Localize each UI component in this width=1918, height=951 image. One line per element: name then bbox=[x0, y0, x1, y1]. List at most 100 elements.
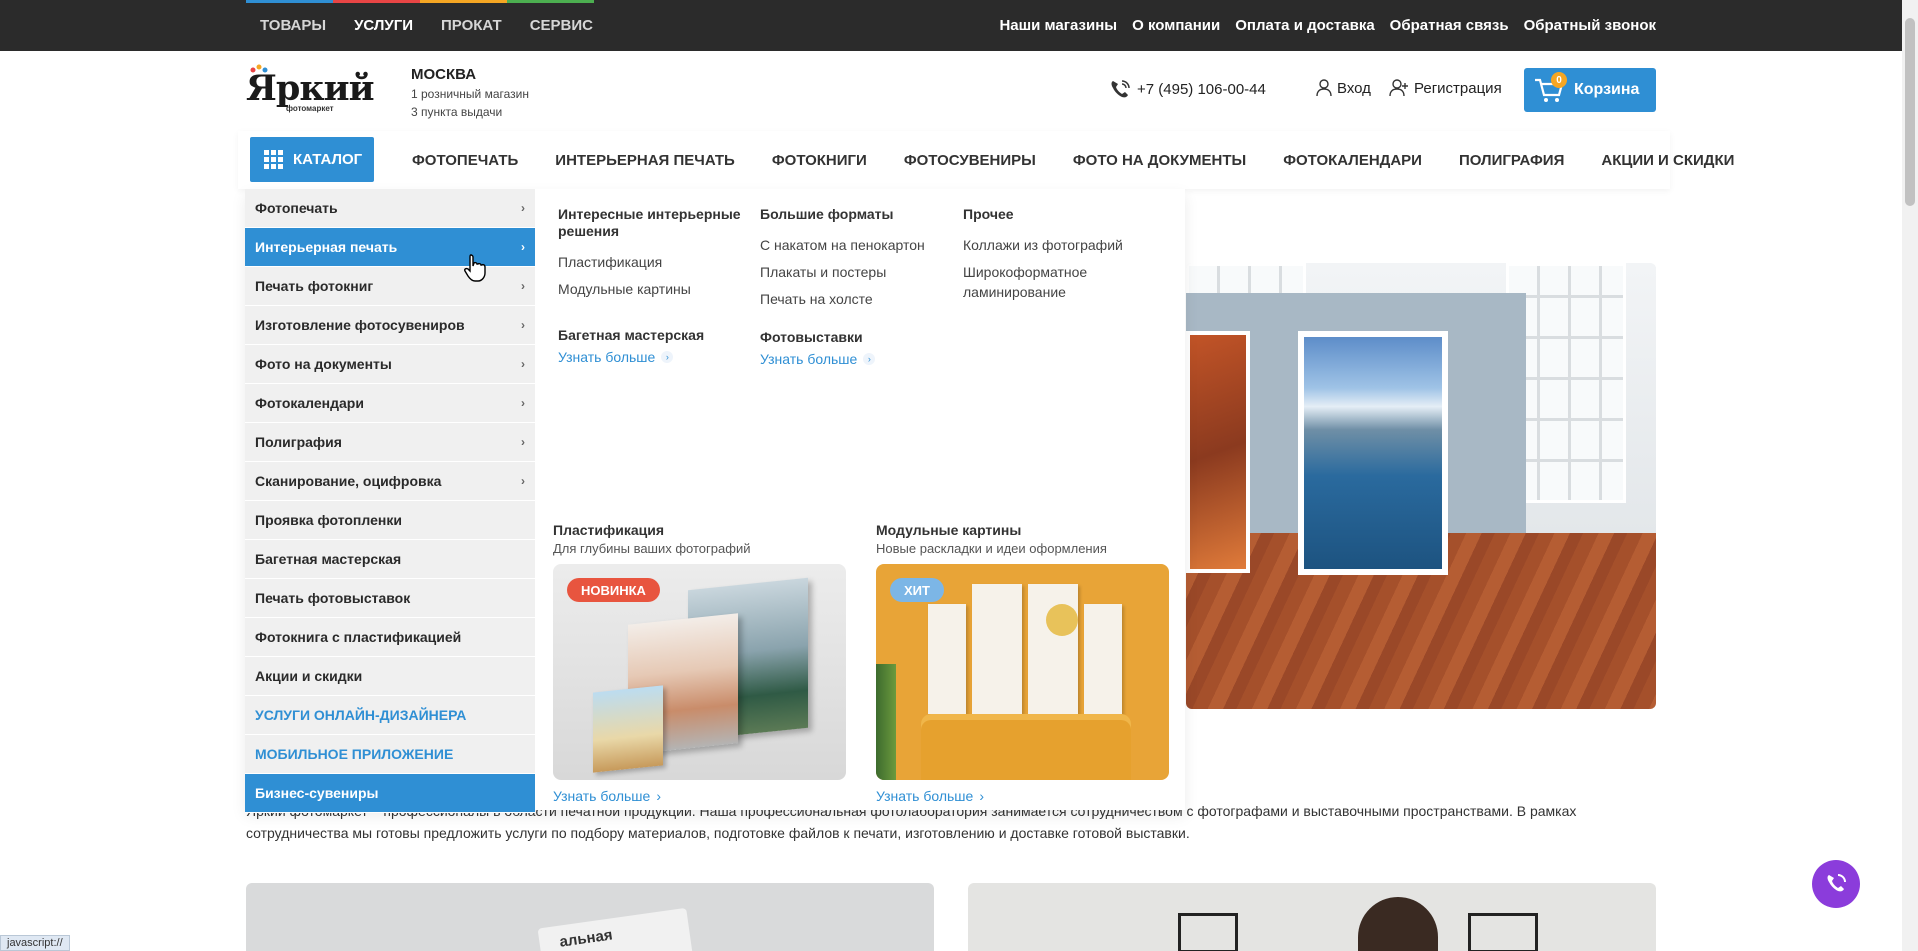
main-nav: КАТАЛОГ ФОТОПЕЧАТЬ ИНТЕРЬЕРНАЯ ПЕЧАТЬ ФО… bbox=[238, 131, 1734, 189]
submenu-heading[interactable]: Багетная мастерская bbox=[558, 327, 748, 344]
phone-call-icon bbox=[1827, 874, 1846, 892]
top-bar: ТОВАРЫ УСЛУГИ ПРОКАТ СЕРВИС Наши магазин… bbox=[0, 0, 1918, 51]
learn-more-label: Узнать больше bbox=[760, 351, 858, 367]
submenu-item[interactable]: Печать на холсте bbox=[760, 289, 950, 309]
cart-count-badge: 0 bbox=[1551, 72, 1567, 88]
cart-label: Корзина bbox=[1574, 81, 1640, 98]
nav-souvenirs[interactable]: ФОТОСУВЕНИРЫ bbox=[904, 152, 1036, 169]
learn-more-label: Узнать больше bbox=[876, 788, 974, 804]
submenu-item[interactable]: Плакаты и постеры bbox=[760, 262, 950, 282]
learn-more-link[interactable]: Узнать больше › bbox=[558, 349, 748, 365]
intro-line-2: сотрудничества мы готовы предложить услу… bbox=[246, 825, 1190, 841]
submenu-heading[interactable]: Прочее bbox=[963, 206, 1153, 223]
nav-photoprint[interactable]: ФОТОПЕЧАТЬ bbox=[412, 152, 518, 169]
phone-link[interactable]: +7 (495) 106-00-44 bbox=[1109, 79, 1266, 99]
sidebar-item[interactable]: УСЛУГИ ОНЛАЙН-ДИЗАЙНЕРА bbox=[245, 696, 535, 735]
submenu-item[interactable]: Модульные картины bbox=[558, 279, 748, 299]
status-bar-url: javascript:// bbox=[0, 935, 70, 951]
top-nav-prokat[interactable]: ПРОКАТ bbox=[427, 17, 516, 34]
promo-card-modular[interactable]: Модульные картины Новые раскладки и идеи… bbox=[876, 522, 1169, 804]
sidebar-item[interactable]: Фотокалендари › bbox=[245, 384, 535, 423]
logo-subtitle: фотомаркет bbox=[286, 104, 334, 113]
sidebar-item[interactable]: Проявка фотопленки bbox=[245, 501, 535, 540]
sidebar-item[interactable]: Фотокнига с пластификацией bbox=[245, 618, 535, 657]
sidebar-item[interactable]: Полиграфия › bbox=[245, 423, 535, 462]
logo[interactable]: Яркий фотомаркет bbox=[244, 62, 375, 118]
user-plus-icon bbox=[1389, 79, 1408, 97]
feature-tile[interactable]: альная bbox=[246, 883, 934, 951]
promo-card-lamination[interactable]: Пластификация Для глубины ваших фотограф… bbox=[553, 522, 846, 804]
chevron-right-icon: › bbox=[661, 351, 674, 363]
nav-polygraphy[interactable]: ПОЛИГРАФИЯ bbox=[1459, 152, 1564, 169]
catalog-dropdown: Фотопечать › Интерьерная печать › Печать фот… bbox=[245, 189, 1185, 813]
sidebar-item[interactable]: Изготовление фотосувениров › bbox=[245, 306, 535, 345]
page-scrollbar[interactable] bbox=[1902, 0, 1918, 951]
card-image[interactable]: ХИТ bbox=[876, 564, 1169, 780]
learn-more-link[interactable]: Узнать больше › bbox=[760, 351, 950, 367]
main-nav-items: ФОТОПЕЧАТЬ ИНТЕРЬЕРНАЯ ПЕЧАТЬ ФОТОКНИГИ … bbox=[412, 131, 1734, 189]
sidebar-item[interactable]: Акции и скидки bbox=[245, 657, 535, 696]
sidebar-item-label: Фото на документы bbox=[255, 356, 392, 372]
submenu-heading[interactable]: Интересные интерьерные решения bbox=[558, 206, 748, 240]
sidebar-item[interactable]: Интерьерная печать › bbox=[245, 228, 535, 267]
scrollbar-thumb[interactable] bbox=[1905, 18, 1915, 206]
register-label: Регистрация bbox=[1414, 79, 1502, 97]
top-nav: ТОВАРЫ УСЛУГИ ПРОКАТ СЕРВИС bbox=[246, 0, 607, 51]
sidebar-item[interactable]: МОБИЛЬНОЕ ПРИЛОЖЕНИЕ bbox=[245, 735, 535, 774]
sidebar-item-label: УСЛУГИ ОНЛАЙН-ДИЗАЙНЕРА bbox=[255, 707, 467, 723]
link-about[interactable]: О компании bbox=[1132, 17, 1220, 34]
submenu-item[interactable]: С накатом на пенокартон bbox=[760, 235, 950, 255]
submenu-item[interactable]: Коллажи из фотографий bbox=[963, 235, 1153, 255]
top-nav-uslugi[interactable]: УСЛУГИ bbox=[340, 17, 427, 34]
submenu-heading[interactable]: Большие форматы bbox=[760, 206, 950, 223]
sidebar-item-label: Печать фотовыставок bbox=[255, 590, 411, 606]
sidebar-item-label: Акции и скидки bbox=[255, 668, 363, 684]
sidebar-item[interactable]: Багетная мастерская bbox=[245, 540, 535, 579]
submenu-item[interactable]: Пластификация bbox=[558, 252, 748, 272]
top-nav-servis[interactable]: СЕРВИС bbox=[516, 17, 607, 34]
submenu-col-other: Прочее Коллажи из фотографий Широкоформа… bbox=[963, 206, 1153, 309]
user-icon bbox=[1316, 79, 1332, 97]
sidebar-item[interactable]: Печать фотовыставок bbox=[245, 579, 535, 618]
link-callback[interactable]: Обратный звонок bbox=[1524, 17, 1656, 34]
phone-icon bbox=[1111, 80, 1130, 98]
sidebar-item-label: Бизнес-сувениры bbox=[255, 785, 379, 801]
sidebar-item[interactable]: Печать фотокниг › bbox=[245, 267, 535, 306]
feature-tile[interactable] bbox=[968, 883, 1656, 951]
learn-more-label: Узнать больше bbox=[553, 788, 651, 804]
top-nav-tovary[interactable]: ТОВАРЫ bbox=[246, 17, 340, 34]
nav-photobooks[interactable]: ФОТОКНИГИ bbox=[772, 152, 867, 169]
sidebar-item[interactable]: Фото на документы › bbox=[245, 345, 535, 384]
register-link[interactable]: Регистрация bbox=[1389, 79, 1502, 97]
sidebar-item[interactable]: Бизнес-сувениры bbox=[245, 774, 535, 813]
link-feedback[interactable]: Обратная связь bbox=[1390, 17, 1509, 34]
top-links: Наши магазины О компании Оплата и достав… bbox=[999, 0, 1656, 51]
submenu-col-interior: Интересные интерьерные решения Пластифик… bbox=[558, 206, 748, 365]
nav-interior-print[interactable]: ИНТЕРЬЕРНАЯ ПЕЧАТЬ bbox=[555, 152, 735, 169]
nav-calendars[interactable]: ФОТОКАЛЕНДАРИ bbox=[1283, 152, 1422, 169]
link-delivery[interactable]: Оплата и доставка bbox=[1235, 17, 1374, 34]
learn-more-link[interactable]: Узнать больше › bbox=[876, 788, 1169, 804]
chevron-right-icon: › bbox=[521, 279, 525, 293]
submenu-col-large: Большие форматы С накатом на пенокартон … bbox=[760, 206, 950, 367]
link-stores[interactable]: Наши магазины bbox=[999, 17, 1117, 34]
grid-icon bbox=[264, 150, 283, 169]
sidebar-item[interactable]: Сканирование, оцифровка › bbox=[245, 462, 535, 501]
submenu-heading[interactable]: Фотовыставки bbox=[760, 329, 950, 346]
nav-documents[interactable]: ФОТО НА ДОКУМЕНТЫ bbox=[1073, 152, 1246, 169]
learn-more-link[interactable]: Узнать больше › bbox=[553, 788, 846, 804]
sidebar-item-label: Интерьерная печать bbox=[255, 239, 398, 255]
nav-promo[interactable]: АКЦИИ И СКИДКИ bbox=[1601, 152, 1734, 169]
cart-button[interactable]: 0 Корзина bbox=[1524, 68, 1656, 112]
submenu-item[interactable]: Широкоформатное ламинирование bbox=[963, 262, 1103, 302]
callback-button[interactable] bbox=[1812, 860, 1860, 908]
catalog-button[interactable]: КАТАЛОГ bbox=[250, 137, 374, 182]
sidebar-item[interactable]: Фотопечать › bbox=[245, 189, 535, 228]
city-selector[interactable]: МОСКВА 1 розничный магазин 3 пункта выда… bbox=[411, 66, 529, 119]
sidebar-item-label: Полиграфия bbox=[255, 434, 342, 450]
chevron-right-icon: › bbox=[521, 357, 525, 371]
mouse-cursor-icon bbox=[464, 254, 486, 282]
card-image[interactable]: НОВИНКА bbox=[553, 564, 846, 780]
login-link[interactable]: Вход bbox=[1316, 79, 1371, 97]
city-pickup: 3 пункта выдачи bbox=[411, 105, 503, 119]
